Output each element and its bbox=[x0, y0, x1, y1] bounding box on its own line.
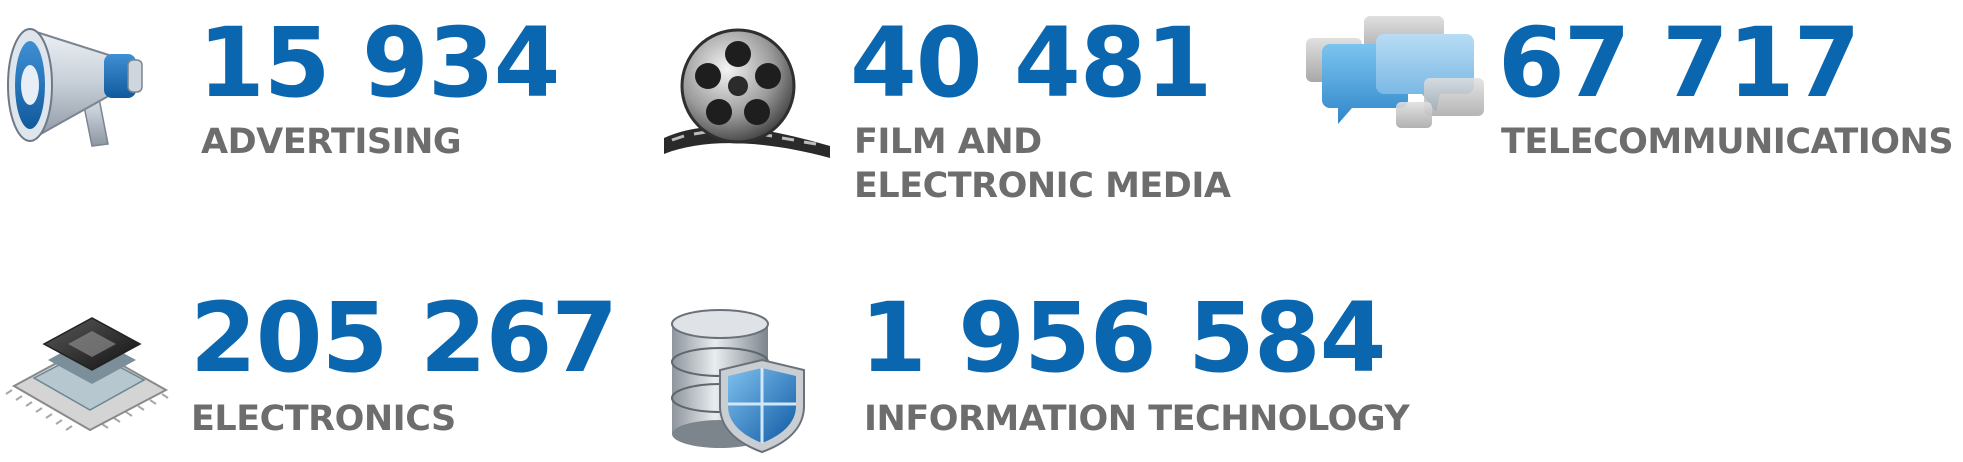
database-shield-icon bbox=[664, 304, 814, 454]
stat-electronics: 205 267 ELECTRONICS bbox=[0, 280, 640, 462]
film-reel-icon bbox=[664, 28, 830, 158]
stat-label: FILM AND ELECTRONIC MEDIA bbox=[854, 120, 1231, 208]
stat-label-line: ADVERTISING bbox=[201, 122, 462, 162]
stat-label: ELECTRONICS bbox=[191, 397, 456, 441]
stat-label-line: ELECTRONIC MEDIA bbox=[854, 166, 1231, 206]
chat-bubbles-icon bbox=[1304, 16, 1489, 140]
stat-value: 40 481 bbox=[850, 7, 1212, 119]
stat-label-line: FILM AND bbox=[854, 122, 1042, 162]
megaphone-icon bbox=[0, 16, 155, 154]
stat-label: INFORMATION TECHNOLOGY bbox=[864, 397, 1410, 441]
stat-value: 67 717 bbox=[1498, 7, 1860, 119]
stat-telecommunications: 67 717 TELECOMMUNICATIONS bbox=[1300, 0, 1963, 200]
stat-label-line: ELECTRONICS bbox=[191, 399, 456, 439]
stat-information-technology: 1 956 584 INFORMATION TECHNOLOGY bbox=[660, 280, 1460, 462]
stat-film-and-electronic-media: 40 481 FILM AND ELECTRONIC MEDIA bbox=[660, 0, 1300, 220]
stat-label-line: INFORMATION TECHNOLOGY bbox=[864, 399, 1410, 439]
stat-value: 15 934 bbox=[198, 7, 560, 119]
stat-label: ADVERTISING bbox=[201, 120, 462, 164]
microchip-icon bbox=[4, 298, 174, 438]
stat-label-line: TELECOMMUNICATIONS bbox=[1501, 122, 1954, 162]
stat-value: 205 267 bbox=[190, 282, 618, 394]
stat-label: TELECOMMUNICATIONS bbox=[1501, 120, 1954, 164]
stat-advertising: 15 934 ADVERTISING bbox=[0, 0, 640, 200]
stat-value: 1 956 584 bbox=[860, 282, 1386, 394]
